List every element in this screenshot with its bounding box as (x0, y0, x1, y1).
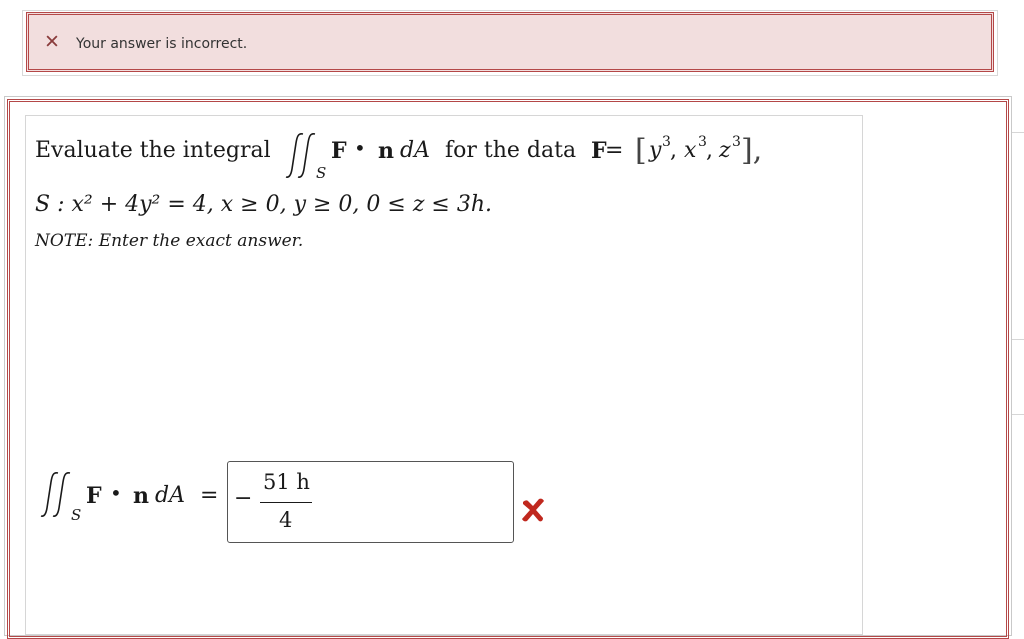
integrand-n: n (133, 483, 149, 509)
integrand-dA: dA (400, 138, 430, 163)
side-divider (1012, 414, 1024, 415)
answer-numerator: 51 h (263, 470, 310, 494)
answer-input[interactable]: − 51 h 4 (227, 461, 514, 543)
field-component-y: y (649, 138, 662, 163)
fraction-bar (260, 502, 312, 503)
feedback-alert: Your answer is incorrect. (26, 12, 994, 72)
side-divider (1012, 339, 1024, 340)
dot-product-symbol: • (110, 481, 122, 505)
integrand-n: n (378, 138, 394, 164)
integrand-dA: dA (155, 483, 185, 508)
side-divider (1012, 132, 1024, 133)
close-icon (46, 35, 58, 47)
field-component-z: z (719, 138, 731, 163)
question-note: NOTE: Enter the exact answer. (35, 231, 304, 251)
feedback-message: Your answer is incorrect. (76, 36, 248, 52)
answer-denominator: 4 (279, 508, 293, 532)
wrong-x-icon (522, 498, 544, 522)
field-close-bracket: ], (741, 133, 763, 168)
field-component-x: x (684, 138, 697, 163)
dot-product-symbol: • (354, 136, 366, 160)
integral-subscript: S (316, 164, 327, 182)
answer-minus-sign: − (234, 486, 253, 511)
question-intro: Evaluate the integral (35, 138, 271, 163)
integrand-F: F (331, 138, 347, 164)
field-exponent: 3 (732, 134, 741, 150)
equals-sign: = (200, 483, 219, 508)
for-the-data-text: for the data (445, 138, 577, 163)
field-equals: = (605, 138, 624, 163)
integrand-F: F (86, 483, 102, 509)
field-open-bracket: [ (635, 133, 647, 168)
surface-definition: S : x² + 4y² = 4, x ≥ 0, y ≥ 0, 0 ≤ z ≤ … (35, 192, 492, 217)
answer-label: S F • n dA = (40, 468, 230, 538)
integral-subscript: S (71, 506, 82, 524)
